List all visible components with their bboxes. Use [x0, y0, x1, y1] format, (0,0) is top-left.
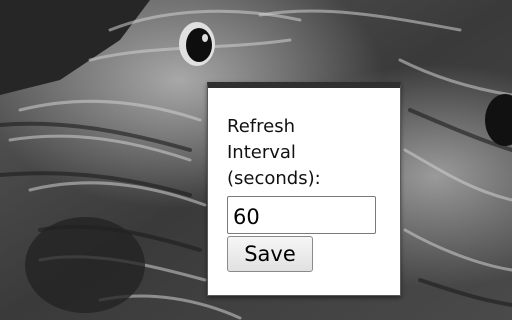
- label-line: Refresh: [227, 116, 295, 137]
- label-line: Interval: [227, 142, 296, 163]
- settings-popup: Refresh Interval (seconds): Save: [207, 82, 401, 296]
- label-line: (seconds):: [227, 168, 321, 189]
- refresh-interval-label: Refresh Interval (seconds):: [227, 114, 387, 192]
- save-button[interactable]: Save: [227, 236, 313, 272]
- refresh-interval-input[interactable]: [227, 196, 376, 234]
- settings-form: Refresh Interval (seconds): Save: [227, 114, 387, 272]
